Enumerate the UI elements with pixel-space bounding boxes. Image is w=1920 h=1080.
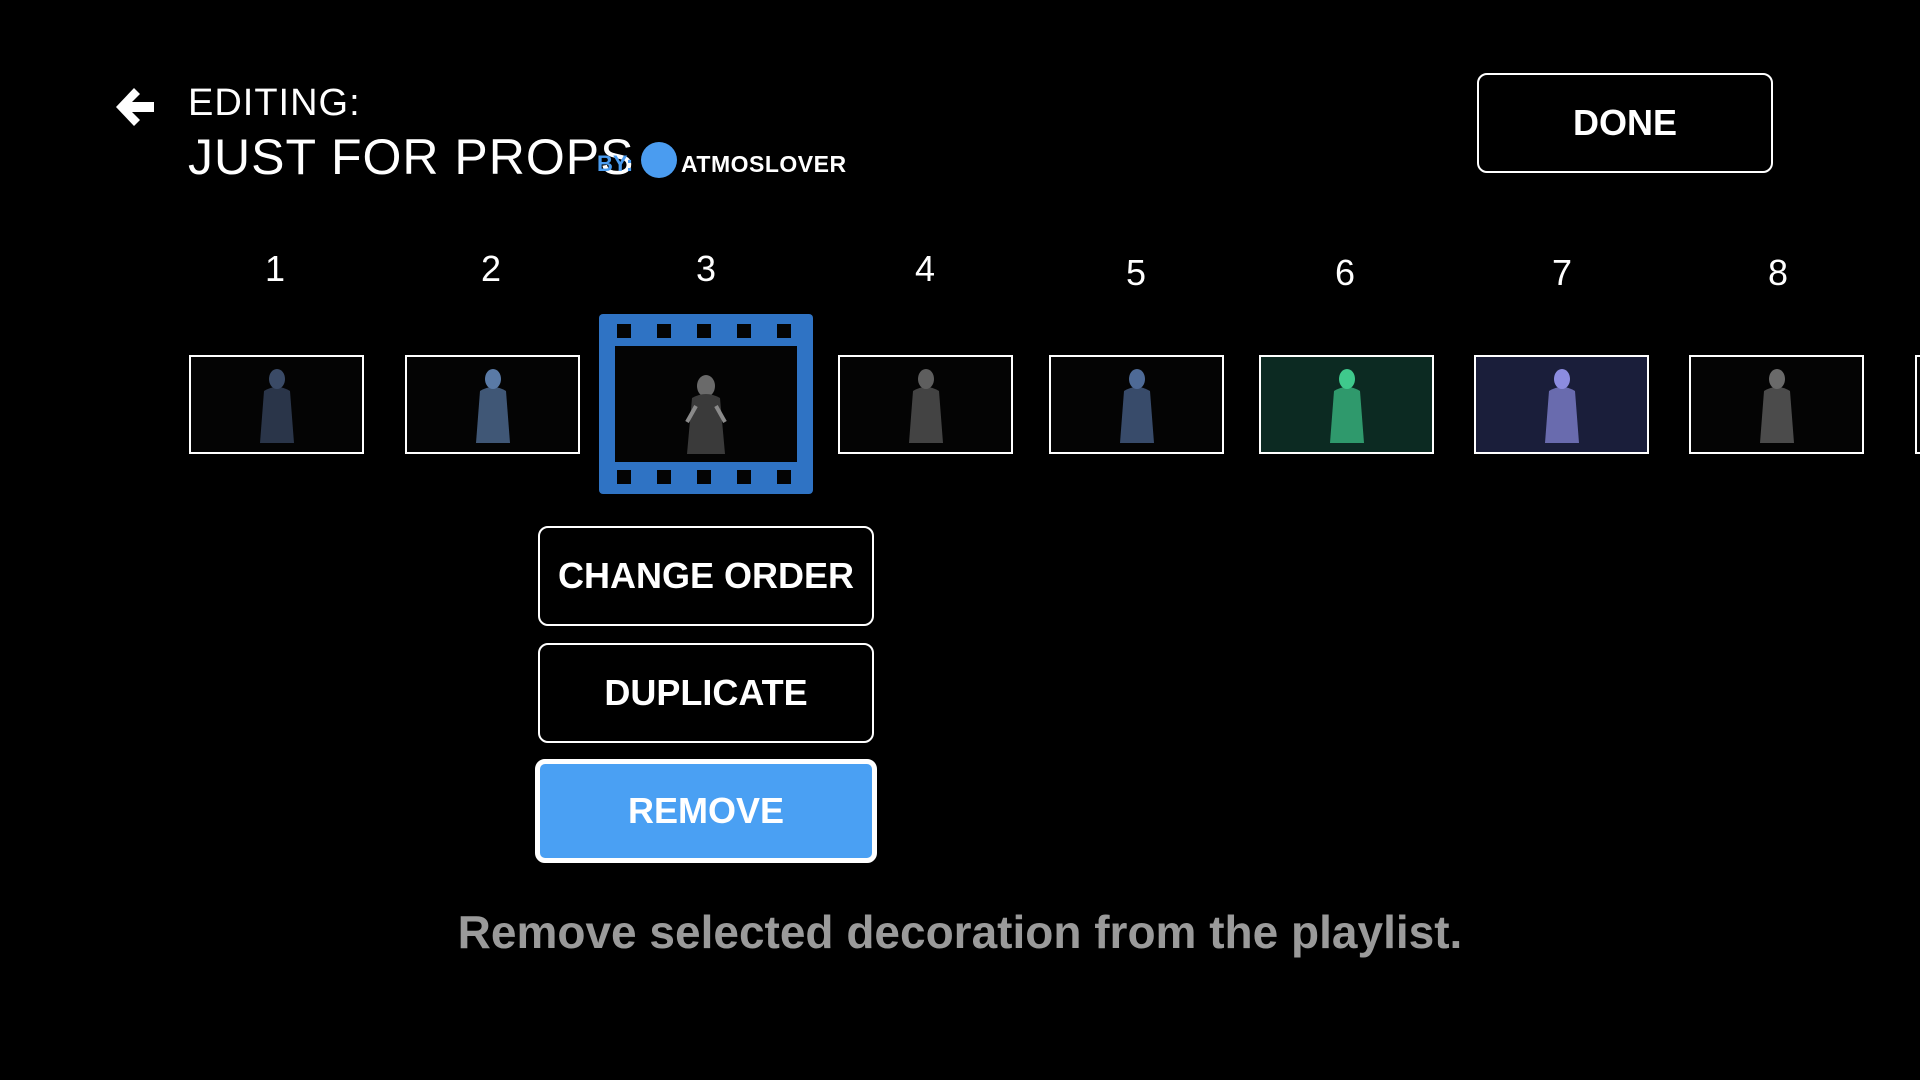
item-number: 4 bbox=[914, 248, 936, 289]
item-number: 3 bbox=[695, 248, 717, 289]
ghoul-figure-icon bbox=[475, 369, 510, 443]
item-number: 6 bbox=[1334, 252, 1356, 293]
item-number: 2 bbox=[480, 248, 502, 289]
by-label: BY: bbox=[597, 151, 634, 176]
ghoul-figure-icon bbox=[1119, 369, 1154, 443]
avatar bbox=[641, 142, 677, 178]
back-arrow-icon[interactable] bbox=[110, 82, 160, 132]
ghoul-figure-icon bbox=[1329, 369, 1364, 443]
item-number: 5 bbox=[1125, 252, 1147, 293]
playlist-title: JUST FOR PROPS bbox=[188, 129, 635, 185]
decoration-thumbnail[interactable] bbox=[1259, 355, 1434, 454]
ghoul-figure-icon bbox=[1544, 369, 1579, 443]
remove-button[interactable]: REMOVE bbox=[535, 759, 877, 863]
item-number: 8 bbox=[1767, 252, 1789, 293]
film-frame-icon[interactable] bbox=[599, 314, 813, 494]
decoration-thumbnail[interactable] bbox=[189, 355, 364, 454]
ghoul-figure-icon bbox=[259, 369, 294, 443]
decoration-thumbnail[interactable] bbox=[838, 355, 1013, 454]
duplicate-button[interactable]: DUPLICATE bbox=[538, 643, 874, 743]
decoration-thumbnail[interactable] bbox=[1474, 355, 1649, 454]
editing-label: EDITING: bbox=[188, 82, 361, 124]
item-number: 1 bbox=[264, 248, 286, 289]
done-button[interactable]: DONE bbox=[1477, 73, 1773, 173]
decoration-thumbnail-partial[interactable] bbox=[1915, 355, 1920, 454]
ghoul-figure-icon bbox=[908, 369, 943, 443]
decoration-thumbnail[interactable] bbox=[1689, 355, 1864, 454]
change-order-button[interactable]: CHANGE ORDER bbox=[538, 526, 874, 626]
item-number: 7 bbox=[1551, 252, 1573, 293]
decoration-thumbnail[interactable] bbox=[1049, 355, 1224, 454]
ghoul-figure-icon bbox=[1759, 369, 1794, 443]
author-name: ATMOSLOVER bbox=[681, 151, 847, 177]
decoration-thumbnail[interactable] bbox=[405, 355, 580, 454]
hint-text: Remove selected decoration from the play… bbox=[457, 906, 1463, 958]
